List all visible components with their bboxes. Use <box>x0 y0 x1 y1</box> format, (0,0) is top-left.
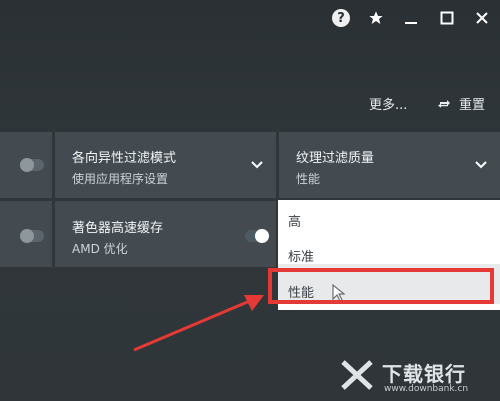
row1-left-card <box>0 132 52 198</box>
star-icon <box>369 11 383 24</box>
arrow-annotation <box>133 295 264 352</box>
maximize-icon <box>440 11 454 25</box>
row2-left-card <box>0 201 52 267</box>
dropdown-option-standard[interactable]: 标准 <box>288 246 314 265</box>
row2-left-toggle[interactable] <box>20 229 44 243</box>
watermark-url: www.downbank.cn <box>384 384 469 394</box>
maximize-button[interactable] <box>435 6 459 30</box>
texture-quality-value: 性能 <box>296 172 321 186</box>
shader-cache-title: 著色器高速缓存 <box>72 221 164 236</box>
texture-quality-setting[interactable]: 纹理过滤质量 性能 <box>279 132 500 198</box>
reset-label: 重置 <box>459 98 486 113</box>
watermark-logo-icon <box>341 360 373 390</box>
anisotropic-value: 使用应用程序设置 <box>72 172 169 186</box>
close-button[interactable] <box>470 6 494 30</box>
shader-cache-setting: 著色器高速缓存 AMD 优化 <box>55 201 276 267</box>
chevron-down-icon <box>251 161 263 169</box>
shader-cache-value: AMD 优化 <box>72 242 128 256</box>
minimize-button[interactable] <box>399 6 423 30</box>
help-icon: ? <box>332 9 350 27</box>
close-icon <box>476 12 488 24</box>
reset-button[interactable]: 重置 <box>437 94 485 113</box>
dropdown-option-high[interactable]: 高 <box>288 211 301 230</box>
chevron-down-icon <box>475 161 487 169</box>
row1-left-toggle[interactable] <box>20 158 44 172</box>
annotation-highlight-box <box>268 268 494 304</box>
anisotropic-filter-setting[interactable]: 各向异性过滤模式 使用应用程序设置 <box>55 132 276 198</box>
more-button[interactable]: 更多... <box>369 94 407 113</box>
minimize-icon <box>405 22 417 24</box>
help-button[interactable]: ? <box>329 6 353 30</box>
favorite-button[interactable] <box>364 6 388 30</box>
reset-icon <box>438 99 450 108</box>
shader-cache-toggle[interactable] <box>245 229 269 243</box>
texture-quality-title: 纹理过滤质量 <box>296 151 375 166</box>
anisotropic-title: 各向异性过滤模式 <box>72 151 177 166</box>
watermark-title: 下载银行 <box>382 362 466 386</box>
